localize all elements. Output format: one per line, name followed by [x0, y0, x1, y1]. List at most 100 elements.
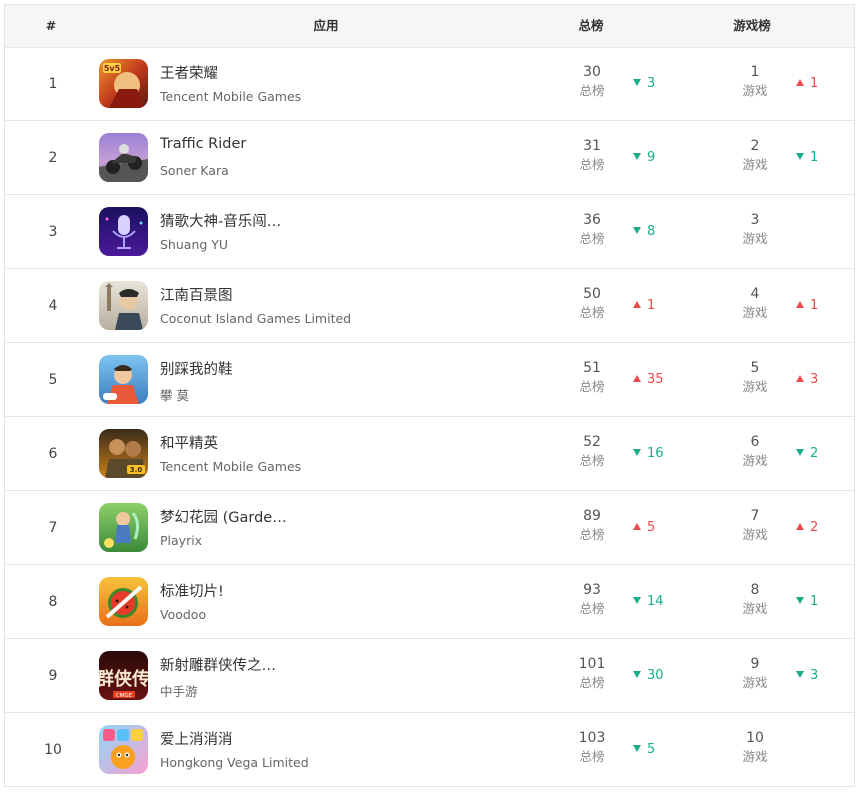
game-rank: 5 游戏 [730, 359, 780, 397]
arrow-up-icon [633, 523, 641, 530]
game-rank-label: 游戏 [742, 675, 768, 690]
app-name[interactable]: 爱上消消消 [160, 728, 233, 749]
game-rank-change: 2 [796, 417, 818, 491]
game-rank-label: 游戏 [742, 231, 768, 246]
game-rank: 1 游戏 [730, 63, 780, 101]
header-total[interactable]: 总榜 [578, 5, 603, 47]
svg-text:3.0: 3.0 [130, 466, 143, 474]
game-rank-change: 1 [796, 121, 818, 195]
svg-text:CMGE: CMGE [116, 693, 133, 699]
game-rank: 2 游戏 [730, 137, 780, 175]
app-name[interactable]: 新射雕群侠传之… [160, 654, 276, 675]
game-rank: 9 游戏 [730, 655, 780, 693]
game-change-value: 2 [810, 446, 819, 461]
total-change-value: 5 [647, 742, 656, 757]
honor-of-kings-icon[interactable]: 5v5 [99, 59, 148, 108]
total-rank-label: 总榜 [579, 305, 605, 320]
arrow-down-icon [796, 597, 804, 604]
rank-number: 2 [48, 150, 58, 166]
table-row[interactable]: 7 梦幻花园 (Garde… Playrix 89 总榜 5 7 游戏 2 [5, 491, 854, 565]
svg-text:5v5: 5v5 [104, 64, 121, 73]
table-row[interactable]: 2 Traffic Rider Soner Kara 31 总榜 9 2 游戏 1 [5, 121, 854, 195]
heroes-legend-icon[interactable]: 群侠传 CMGE [99, 651, 148, 700]
game-rank-value: 8 [750, 582, 760, 598]
game-rank: 3 游戏 [730, 211, 780, 249]
game-rank-value: 7 [750, 508, 760, 524]
table-row[interactable]: 4 江南百景图 Coconut Island Games Limited 50 总榜 1 4… [5, 269, 854, 343]
total-change-value: 1 [647, 298, 656, 313]
total-rank-value: 89 [583, 508, 601, 524]
svg-text:群侠传: 群侠传 [99, 668, 148, 690]
total-rank-change: 5 [633, 491, 655, 565]
app-name[interactable]: 梦幻花园 (Garde… [160, 506, 287, 527]
arrow-down-icon [796, 671, 804, 678]
arrow-down-icon [633, 597, 641, 604]
arrow-up-icon [796, 375, 804, 382]
game-rank: 8 游戏 [730, 581, 780, 619]
rank-number: 5 [48, 372, 58, 388]
fruit-slice-icon[interactable] [99, 577, 148, 626]
total-rank-value: 31 [583, 138, 601, 154]
total-change-value: 8 [647, 224, 656, 239]
arrow-down-icon [796, 449, 804, 456]
app-name[interactable]: 标准切片! [160, 580, 224, 601]
arrow-down-icon [633, 671, 641, 678]
table-row[interactable]: 5 别踩我的鞋攀 莫 51 总榜 35 5 游戏 3 [5, 343, 854, 417]
app-developer: Shuang YU [160, 237, 229, 252]
rank-number: 6 [48, 446, 58, 462]
arrow-up-icon [633, 375, 641, 382]
table-row[interactable]: 6 3.0 和平精英 Tencent Mobile Games 52 总榜 16 6 游戏 2 [5, 417, 854, 491]
total-change-value: 35 [647, 372, 664, 387]
gardenscapes-icon[interactable] [99, 503, 148, 552]
total-rank-value: 52 [583, 434, 601, 450]
app-name[interactable]: 和平精英 [160, 432, 218, 453]
match-candy-icon[interactable] [99, 725, 148, 774]
game-rank-value: 6 [750, 434, 760, 450]
traffic-rider-icon[interactable] [99, 133, 148, 182]
total-rank: 36 总榜 [567, 211, 617, 249]
total-rank-change: 30 [633, 639, 664, 713]
rank-number: 7 [48, 520, 58, 536]
game-rank-change: 2 [796, 491, 818, 565]
table-row[interactable]: 8 标准切片! Voodoo 93 总榜 14 8 游戏 1 [5, 565, 854, 639]
header-game[interactable]: 游戏榜 [733, 5, 771, 47]
total-rank-label: 总榜 [579, 379, 605, 394]
game-rank-value: 4 [750, 286, 760, 302]
table-row[interactable]: 3 猜歌大神-音乐闯… Shuang YU 36 总榜 8 3 游戏 [5, 195, 854, 269]
header-app[interactable]: 应用 [313, 5, 338, 47]
game-rank-change: 1 [796, 269, 818, 343]
arrow-down-icon [633, 449, 641, 456]
shoes-game-icon[interactable] [99, 355, 148, 404]
app-name[interactable]: 猜歌大神-音乐闯… [160, 210, 281, 231]
game-rank: 4 游戏 [730, 285, 780, 323]
jiangnan-icon[interactable] [99, 281, 148, 330]
game-rank-label: 游戏 [742, 157, 768, 172]
total-rank-label: 总榜 [579, 231, 605, 246]
game-rank: 10 游戏 [730, 729, 780, 767]
total-rank-label: 总榜 [579, 453, 605, 468]
total-rank-change: 16 [633, 417, 664, 491]
peace-elite-icon[interactable]: 3.0 [99, 429, 148, 478]
table-row[interactable]: 10 爱上消消消 Hongkong Vega Limited 103 总榜 5 10 游戏 [5, 713, 854, 787]
game-rank-value: 1 [750, 64, 760, 80]
total-rank-change: 35 [633, 343, 664, 417]
app-name[interactable]: Traffic Rider [160, 136, 246, 152]
app-developer: Playrix [160, 533, 203, 548]
arrow-up-icon [633, 301, 641, 308]
total-rank-value: 51 [583, 360, 601, 376]
total-change-value: 9 [647, 150, 656, 165]
microphone-icon[interactable] [99, 207, 148, 256]
total-rank-change: 3 [633, 47, 655, 121]
game-rank-change: 1 [796, 565, 818, 639]
total-rank-label: 总榜 [579, 527, 605, 542]
game-rank-label: 游戏 [742, 527, 768, 542]
game-rank-value: 3 [750, 212, 760, 228]
app-name[interactable]: 王者荣耀 [160, 62, 218, 83]
total-rank: 103 总榜 [567, 729, 617, 767]
app-name[interactable]: 江南百景图 [160, 284, 233, 305]
table-row[interactable]: 1 5v5 王者荣耀 Tencent Mobile Games 30 总榜 3 1 游戏 1 [5, 47, 854, 121]
game-change-value: 3 [810, 372, 819, 387]
table-row[interactable]: 9 群侠传 CMGE 新射雕群侠传之… 中手游 101 总榜 30 9 游戏 3 [5, 639, 854, 713]
app-name[interactable]: 别踩我的鞋 [160, 358, 233, 379]
rank-number: 4 [48, 298, 58, 314]
